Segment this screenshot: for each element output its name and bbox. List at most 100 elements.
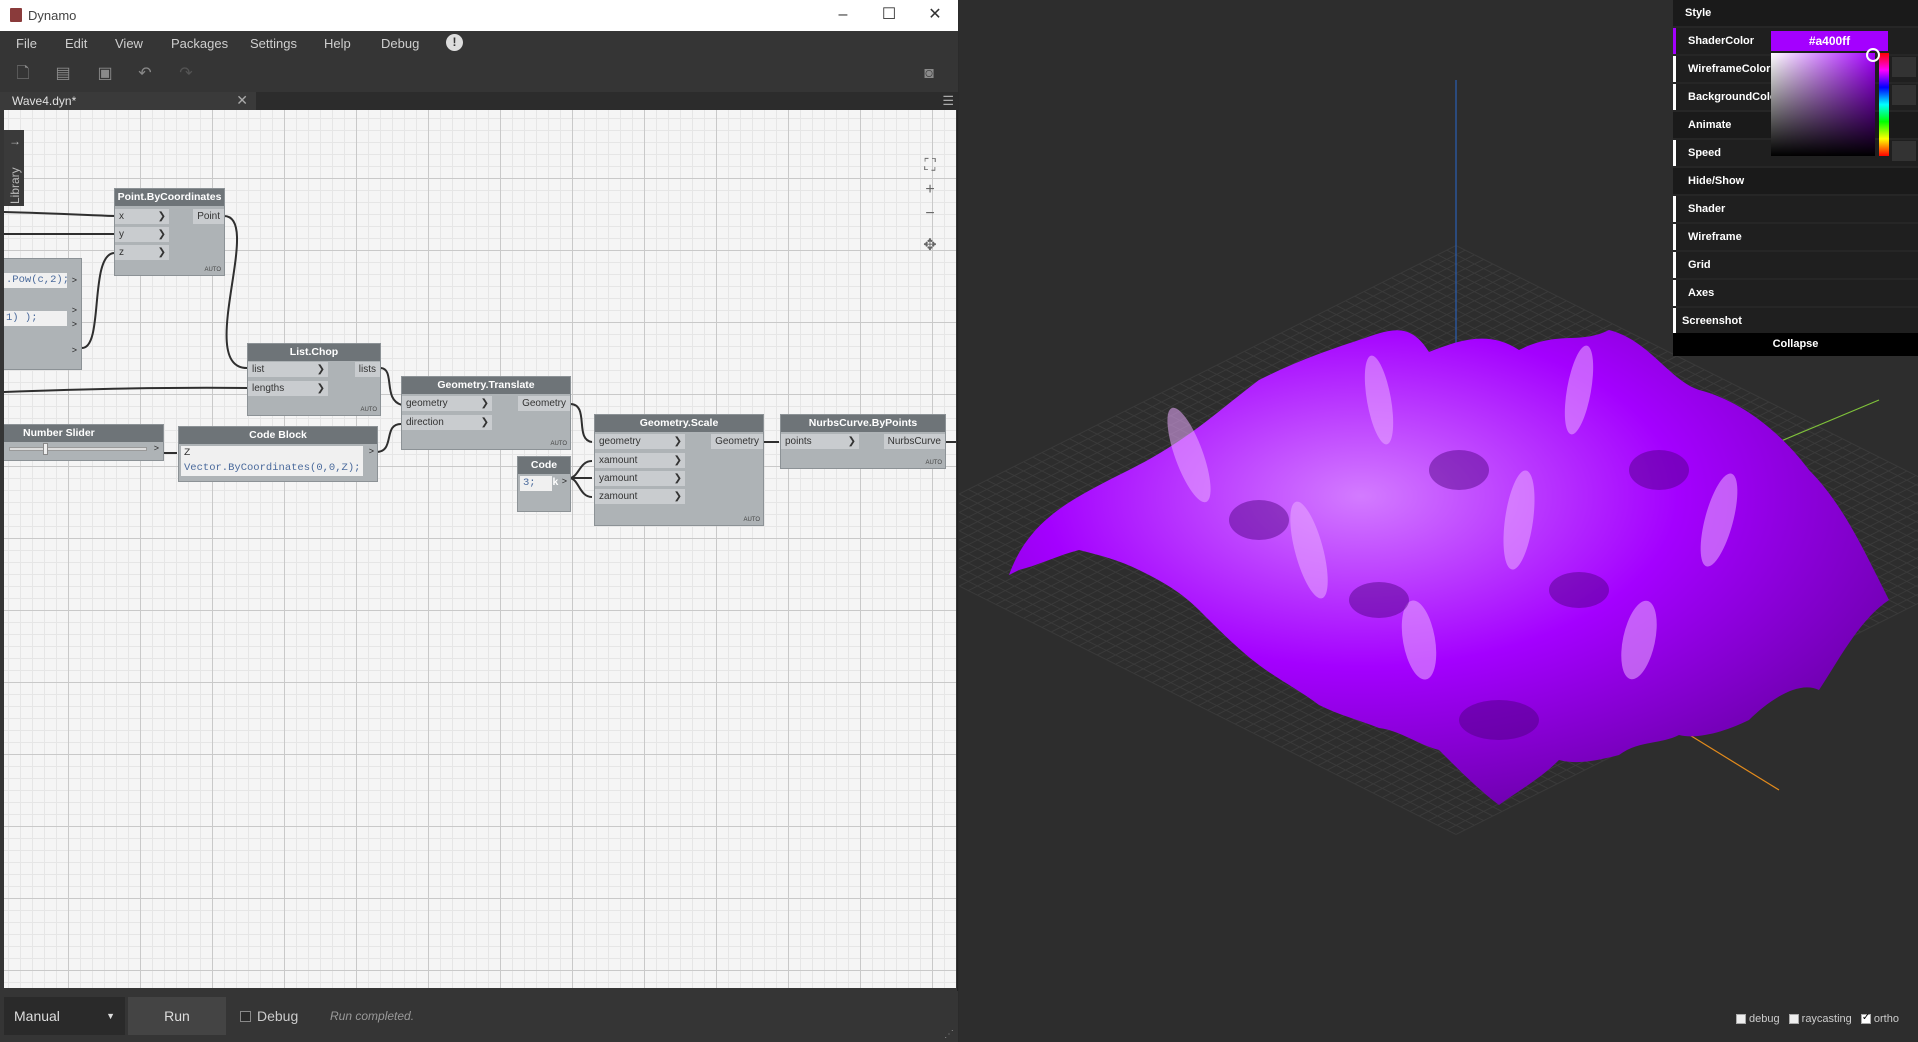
node-title: List.Chop [248, 344, 380, 361]
wire-lists-geometry [379, 367, 403, 406]
run-button[interactable]: Run [128, 997, 226, 1035]
debug-checkbox[interactable] [240, 1011, 251, 1022]
close-tab-icon[interactable]: ✕ [236, 92, 248, 109]
port-x[interactable]: x ❯ [115, 209, 169, 224]
menu-bar: File Edit View Packages Settings Help De… [0, 31, 958, 56]
tab-wave4[interactable]: Wave4.dyn* ✕ [0, 92, 256, 110]
window-title: Dynamo [28, 8, 77, 23]
code-out-port[interactable]: > [562, 476, 567, 486]
open-file-icon[interactable]: ▤ [53, 64, 73, 84]
node-geometry-translate[interactable]: Geometry.Translate geometry ❯ direction ❯ … [401, 376, 571, 450]
wire-3-z [568, 477, 593, 498]
node-title: Code Block [518, 457, 570, 488]
out-port-1[interactable]: > [72, 275, 77, 285]
menu-edit[interactable]: Edit [65, 36, 87, 51]
minimize-icon[interactable]: – [823, 2, 863, 28]
menu-file[interactable]: File [16, 36, 37, 51]
node-partial-code-block[interactable]: .Pow(c,2); 1) ); > > > > [4, 258, 82, 370]
port-xamount[interactable]: xamount ❯ [595, 453, 685, 468]
code-editor[interactable]: 3; [520, 476, 552, 491]
debug-flag-checkbox[interactable] [1736, 1014, 1746, 1025]
node-geometry-scale[interactable]: Geometry.Scale geometry ❯ xamount ❯ yamoun… [594, 414, 764, 526]
port-geometry-out[interactable]: Geometry [711, 434, 763, 449]
tab-menu-icon[interactable]: ☰ [942, 93, 954, 109]
new-file-icon[interactable]: 🗋 [13, 64, 33, 84]
wire-vector-direction [375, 422, 403, 453]
port-direction[interactable]: direction ❯ [402, 415, 492, 430]
node-code-block-scale[interactable]: Code Block 3; > [517, 456, 571, 512]
raycasting-checkbox[interactable] [1788, 1014, 1799, 1025]
port-geometry-out[interactable]: Geometry [518, 396, 570, 411]
slider-out-port[interactable]: > [154, 443, 159, 453]
code-out-port[interactable]: > [369, 446, 374, 456]
port-zamount[interactable]: zamount ❯ [595, 489, 685, 504]
section-style[interactable]: Style [1673, 0, 1918, 26]
code-line-1[interactable]: .Pow(c,2); [4, 273, 69, 288]
menu-debug[interactable]: Debug [381, 36, 419, 51]
out-port-2[interactable]: > [72, 305, 77, 315]
out-port-3[interactable]: > [72, 319, 77, 329]
node-number-slider[interactable]: Number Slider > [4, 424, 164, 461]
port-points[interactable]: points ❯ [781, 434, 859, 449]
port-list[interactable]: list ❯ [248, 362, 328, 377]
grid-toggle[interactable]: Grid [1673, 252, 1918, 278]
notification-icon[interactable]: ! [446, 34, 463, 51]
wireframe-toggle[interactable]: Wireframe [1673, 224, 1918, 250]
ortho-checkbox[interactable] [1860, 1012, 1871, 1025]
port-point-out[interactable]: Point [193, 209, 224, 224]
slider-track[interactable] [9, 447, 147, 451]
maximize-icon[interactable]: ☐ [869, 2, 909, 28]
menu-packages[interactable]: Packages [171, 36, 228, 51]
color-picker-handle[interactable] [1866, 48, 1880, 62]
wireframe-color-swatch[interactable] [1892, 57, 1916, 77]
section-hide-show[interactable]: Hide/Show [1673, 168, 1918, 194]
library-tab[interactable]: → Library [4, 130, 24, 206]
port-lengths[interactable]: lengths ❯ [248, 381, 328, 396]
port-geometry[interactable]: geometry ❯ [402, 396, 492, 411]
debug-label: Debug [257, 1008, 299, 1024]
code-editor[interactable]: Z Vector.ByCoordinates(0,0,Z); [181, 446, 363, 476]
lacing-label: AUTO [743, 517, 760, 523]
node-code-block-vector[interactable]: Code Block Z Vector.ByCoordinates(0,0,Z)… [178, 426, 378, 482]
screenshot-button[interactable]: Screenshot [1673, 308, 1918, 334]
background-color-swatch[interactable] [1892, 85, 1916, 105]
hue-slider[interactable] [1879, 53, 1889, 156]
graph-canvas[interactable]: Point.ByCoordinates x ❯ y ❯ z ❯ Point AUTO … [4, 110, 956, 988]
port-nurbscurve-out[interactable]: NurbsCurve [883, 434, 945, 449]
menu-help[interactable]: Help [324, 36, 351, 51]
speed-slider[interactable] [1892, 141, 1916, 161]
axes-toggle[interactable]: Axes [1673, 280, 1918, 306]
zoom-fit-icon[interactable]: ⛶ [919, 155, 941, 177]
camera-icon[interactable]: ◙ [919, 64, 939, 84]
redo-icon[interactable]: ↷ [176, 64, 196, 84]
node-title: NurbsCurve.ByPoints [781, 415, 945, 432]
zoom-in-icon[interactable]: + [919, 179, 941, 201]
color-picker-field[interactable] [1771, 53, 1875, 156]
node-list-chop[interactable]: List.Chop list ❯ lengths ❯ lists AUTO [247, 343, 381, 416]
shader-toggle[interactable]: Shader [1673, 196, 1918, 222]
port-y[interactable]: y ❯ [115, 227, 169, 242]
tab-strip: Wave4.dyn* ✕ ☰ [0, 92, 958, 110]
node-nurbs-curve-by-points[interactable]: NurbsCurve.ByPoints points ❯ NurbsCurve A… [780, 414, 946, 469]
node-title: Code Block [179, 427, 377, 444]
out-port-4[interactable]: > [72, 345, 77, 355]
menu-settings[interactable]: Settings [250, 36, 297, 51]
menu-view[interactable]: View [115, 36, 143, 51]
pan-icon[interactable]: ✥ [919, 235, 941, 257]
collapse-button[interactable]: Collapse [1673, 333, 1918, 356]
code-line-2[interactable]: 1) ); [4, 311, 67, 326]
close-icon[interactable]: ✕ [915, 2, 955, 28]
slider-thumb[interactable] [43, 443, 48, 455]
undo-icon[interactable]: ↶ [135, 64, 155, 84]
save-icon[interactable]: ▣ [95, 64, 115, 84]
wire-lengths [4, 386, 249, 393]
port-z[interactable]: z ❯ [115, 245, 169, 260]
port-lists-out[interactable]: lists [354, 362, 380, 377]
port-yamount[interactable]: yamount ❯ [595, 471, 685, 486]
port-geometry[interactable]: geometry ❯ [595, 434, 685, 449]
node-point-by-coordinates[interactable]: Point.ByCoordinates x ❯ y ❯ z ❯ Point AUTO [114, 188, 225, 276]
zoom-out-icon[interactable]: − [919, 203, 941, 225]
node-title: Point.ByCoordinates [115, 189, 224, 206]
resize-grip-icon[interactable]: ⋰ [944, 1029, 954, 1040]
run-mode-select[interactable]: Manual ▼ [4, 997, 125, 1035]
